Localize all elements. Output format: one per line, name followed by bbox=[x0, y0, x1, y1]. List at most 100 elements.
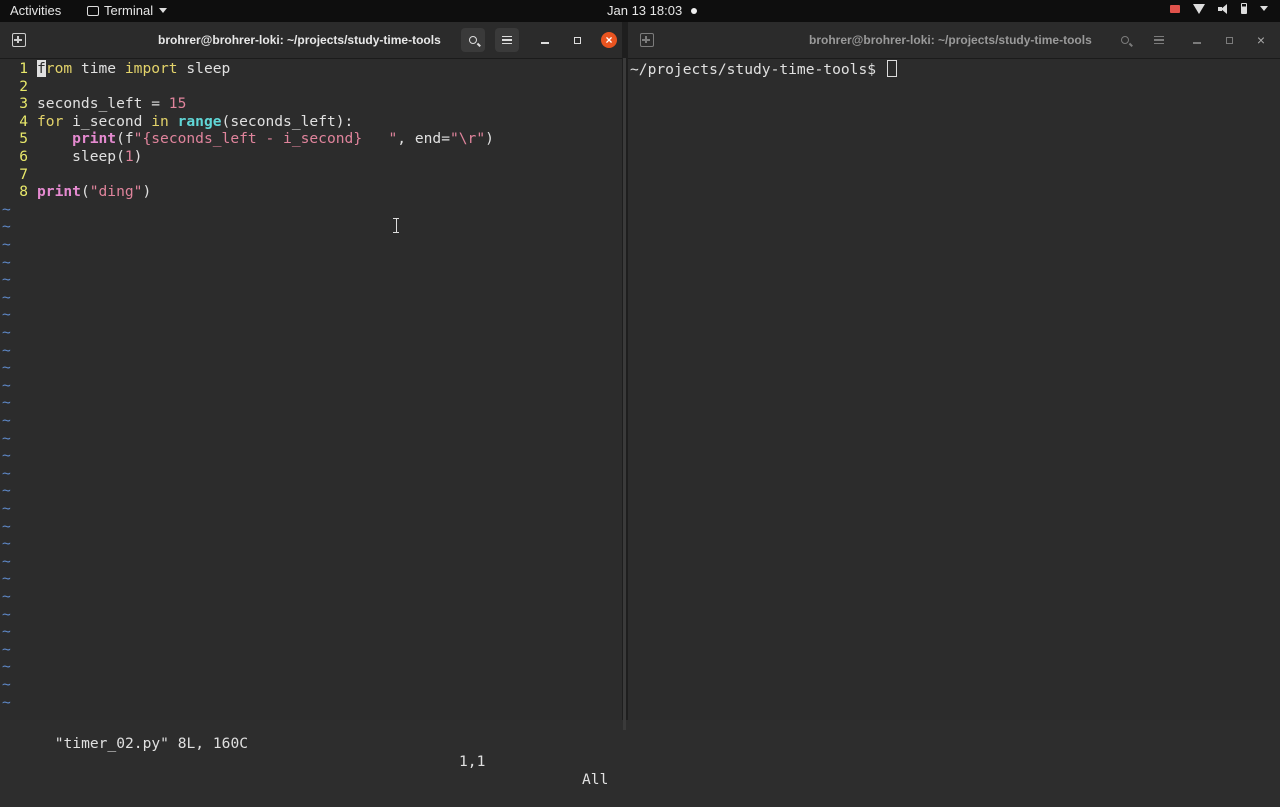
number-literal: 1 bbox=[124, 148, 134, 165]
right-window-header[interactable]: brohrer@brohrer-loki: ~/projects/study-t… bbox=[628, 22, 1280, 59]
prompt-text: ~/projects/study-time-tools$ bbox=[630, 61, 885, 78]
search-icon bbox=[1121, 36, 1129, 44]
code-line: 8 print("ding") bbox=[0, 183, 151, 201]
builtin: print bbox=[72, 130, 117, 148]
empty-line-tilde: ~ bbox=[2, 588, 11, 605]
code-line: 7 bbox=[0, 166, 37, 184]
code-line: 3 seconds_left = 15 bbox=[0, 95, 186, 113]
line-number: 4 bbox=[19, 112, 28, 130]
mouse-ibeam-cursor bbox=[393, 217, 399, 234]
code-text: , end= bbox=[397, 130, 450, 148]
line-number: 5 bbox=[19, 130, 28, 148]
empty-line-tilde: ~ bbox=[2, 376, 11, 394]
empty-line-tilde: ~ bbox=[2, 394, 11, 412]
empty-line-tilde: ~ bbox=[2, 271, 11, 289]
code-text: ( bbox=[80, 183, 90, 201]
empty-line-tilde: ~ bbox=[2, 341, 11, 359]
top-bar: Activities Terminal Jan 13 18:03 bbox=[0, 0, 1280, 22]
search-icon bbox=[469, 36, 477, 44]
empty-line-tilde: ~ bbox=[2, 200, 11, 218]
system-menu-chevron-icon[interactable] bbox=[1260, 6, 1268, 11]
left-window-header[interactable]: brohrer@brohrer-loki: ~/projects/study-t… bbox=[0, 22, 622, 59]
volume-icon[interactable] bbox=[1218, 3, 1228, 14]
screen-record-icon[interactable] bbox=[1170, 4, 1180, 13]
scrollbar[interactable] bbox=[623, 58, 626, 730]
empty-line-tilde: ~ bbox=[2, 570, 11, 588]
minimize-icon bbox=[541, 42, 549, 44]
clock[interactable]: Jan 13 18:03 bbox=[607, 3, 698, 18]
code-text: ) bbox=[142, 183, 152, 201]
empty-line-tilde: ~ bbox=[2, 640, 11, 658]
empty-line-tilde: ~ bbox=[2, 218, 11, 236]
vim-editor[interactable]: 1 from time import sleep 2 3 seconds_left … bbox=[0, 59, 622, 788]
keyword: in bbox=[151, 112, 169, 130]
notification-dot-icon bbox=[691, 7, 698, 14]
close-icon: × bbox=[601, 32, 617, 48]
clock-text: Jan 13 18:03 bbox=[607, 3, 683, 18]
code-text: seconds_left = bbox=[37, 95, 169, 113]
code-line: 1 from time import sleep bbox=[0, 60, 230, 78]
system-tray[interactable] bbox=[1170, 3, 1268, 14]
hamburger-menu-icon bbox=[1154, 36, 1164, 44]
close-button[interactable]: × bbox=[1249, 28, 1273, 52]
empty-line-tilde: ~ bbox=[2, 517, 11, 535]
empty-line-tilde: ~ bbox=[2, 535, 11, 553]
minimize-button[interactable] bbox=[533, 28, 557, 52]
keyword: for bbox=[37, 112, 64, 130]
shell-prompt: ~/projects/study-time-tools$ bbox=[630, 60, 897, 78]
new-tab-icon[interactable] bbox=[640, 33, 654, 47]
status-file-info: "timer_02.py" 8L, 160C bbox=[54, 735, 249, 752]
code-line: 2 bbox=[0, 78, 37, 96]
new-tab-icon[interactable] bbox=[12, 33, 26, 47]
maximize-icon bbox=[1225, 36, 1233, 44]
line-number: 1 bbox=[19, 60, 28, 77]
line-number: 8 bbox=[19, 183, 28, 201]
activities-button[interactable]: Activities bbox=[10, 3, 61, 18]
text-cursor: f bbox=[37, 60, 46, 77]
code-text: ) bbox=[485, 130, 494, 148]
search-button[interactable] bbox=[1113, 28, 1137, 52]
close-button[interactable]: × bbox=[597, 28, 621, 52]
status-scroll-position: All bbox=[582, 771, 609, 788]
empty-line-tilde: ~ bbox=[2, 623, 11, 641]
right-window-title: brohrer@brohrer-loki: ~/projects/study-t… bbox=[809, 33, 1092, 47]
search-button[interactable] bbox=[461, 28, 485, 52]
maximize-button[interactable] bbox=[565, 28, 589, 52]
builtin: range bbox=[177, 112, 222, 130]
status-cursor-position: 1,1 bbox=[459, 753, 486, 770]
wifi-icon[interactable] bbox=[1193, 3, 1205, 14]
empty-line-tilde: ~ bbox=[2, 605, 11, 623]
minimize-button[interactable] bbox=[1185, 28, 1209, 52]
hamburger-menu-icon bbox=[502, 36, 512, 44]
keyword: import bbox=[124, 60, 178, 77]
right-terminal-window[interactable]: brohrer@brohrer-loki: ~/projects/study-t… bbox=[628, 22, 1280, 720]
close-icon: × bbox=[1256, 32, 1266, 48]
menu-button[interactable] bbox=[495, 28, 519, 52]
string-literal: "{seconds_left - i_second} " bbox=[133, 130, 398, 148]
app-menu[interactable]: Terminal bbox=[87, 3, 168, 18]
empty-line-tilde: ~ bbox=[2, 693, 11, 711]
left-terminal-window[interactable]: brohrer@brohrer-loki: ~/projects/study-t… bbox=[0, 22, 622, 788]
empty-line-tilde: ~ bbox=[2, 658, 11, 676]
empty-line-tilde: ~ bbox=[2, 447, 11, 465]
maximize-icon bbox=[573, 36, 581, 44]
menu-button[interactable] bbox=[1147, 28, 1171, 52]
shell-terminal[interactable]: ~/projects/study-time-tools$ bbox=[628, 59, 1280, 720]
left-window-title: brohrer@brohrer-loki: ~/projects/study-t… bbox=[158, 33, 441, 47]
number-literal: 15 bbox=[168, 95, 187, 113]
string-literal: "ding" bbox=[89, 183, 143, 201]
line-number: 2 bbox=[19, 77, 28, 95]
line-number: 3 bbox=[19, 95, 28, 113]
maximize-button[interactable] bbox=[1217, 28, 1241, 52]
code-text: (seconds_left): bbox=[221, 112, 354, 130]
string-literal: "\r" bbox=[449, 130, 486, 148]
code-text: (f bbox=[116, 130, 134, 148]
code-line: 6 sleep(1) bbox=[0, 148, 142, 166]
empty-line-tilde: ~ bbox=[2, 253, 11, 271]
battery-icon[interactable] bbox=[1241, 3, 1247, 14]
app-menu-label: Terminal bbox=[104, 3, 154, 18]
empty-line-tilde: ~ bbox=[2, 236, 11, 253]
block-cursor bbox=[886, 60, 897, 77]
